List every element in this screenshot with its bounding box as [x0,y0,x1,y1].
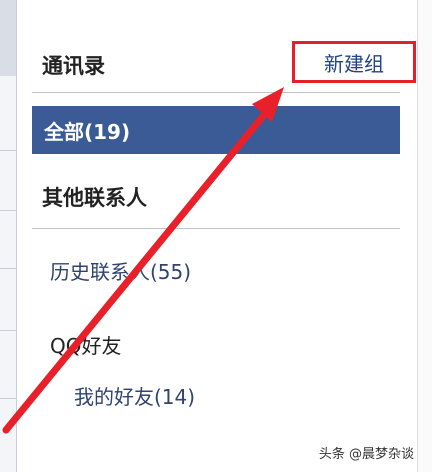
new-group-button[interactable]: 新建组 [292,41,416,83]
background-window-divider [0,210,16,211]
all-contacts-label: 全部(19) [44,119,131,144]
other-contacts-title: 其他联系人 [42,186,147,210]
background-window-divider [0,268,16,269]
background-window-header [0,0,16,76]
qq-friends-group[interactable]: QQ好友 [50,330,121,359]
background-window-divider [0,150,16,151]
section-divider [32,228,400,229]
history-contacts-item[interactable]: 历史联系人(55) [50,256,191,285]
contacts-panel: 通讯录 新建组 全部(19) 其他联系人 历史联系人(55) QQ好友 我的好友… [16,0,418,472]
background-window-divider [0,398,16,399]
all-contacts-item[interactable]: 全部(19) [32,106,400,154]
watermark-text: 头条 @晨梦杂谈 [318,447,414,462]
panel-right-edge [417,0,432,472]
background-window-divider [0,330,16,331]
header-divider [32,92,400,93]
my-friends-item[interactable]: 我的好友(14) [74,381,195,410]
new-group-label: 新建组 [324,51,384,76]
watermark: 头条 @晨梦杂谈 [318,443,414,462]
background-window-strip [0,0,17,472]
contacts-title: 通讯录 [42,54,105,78]
